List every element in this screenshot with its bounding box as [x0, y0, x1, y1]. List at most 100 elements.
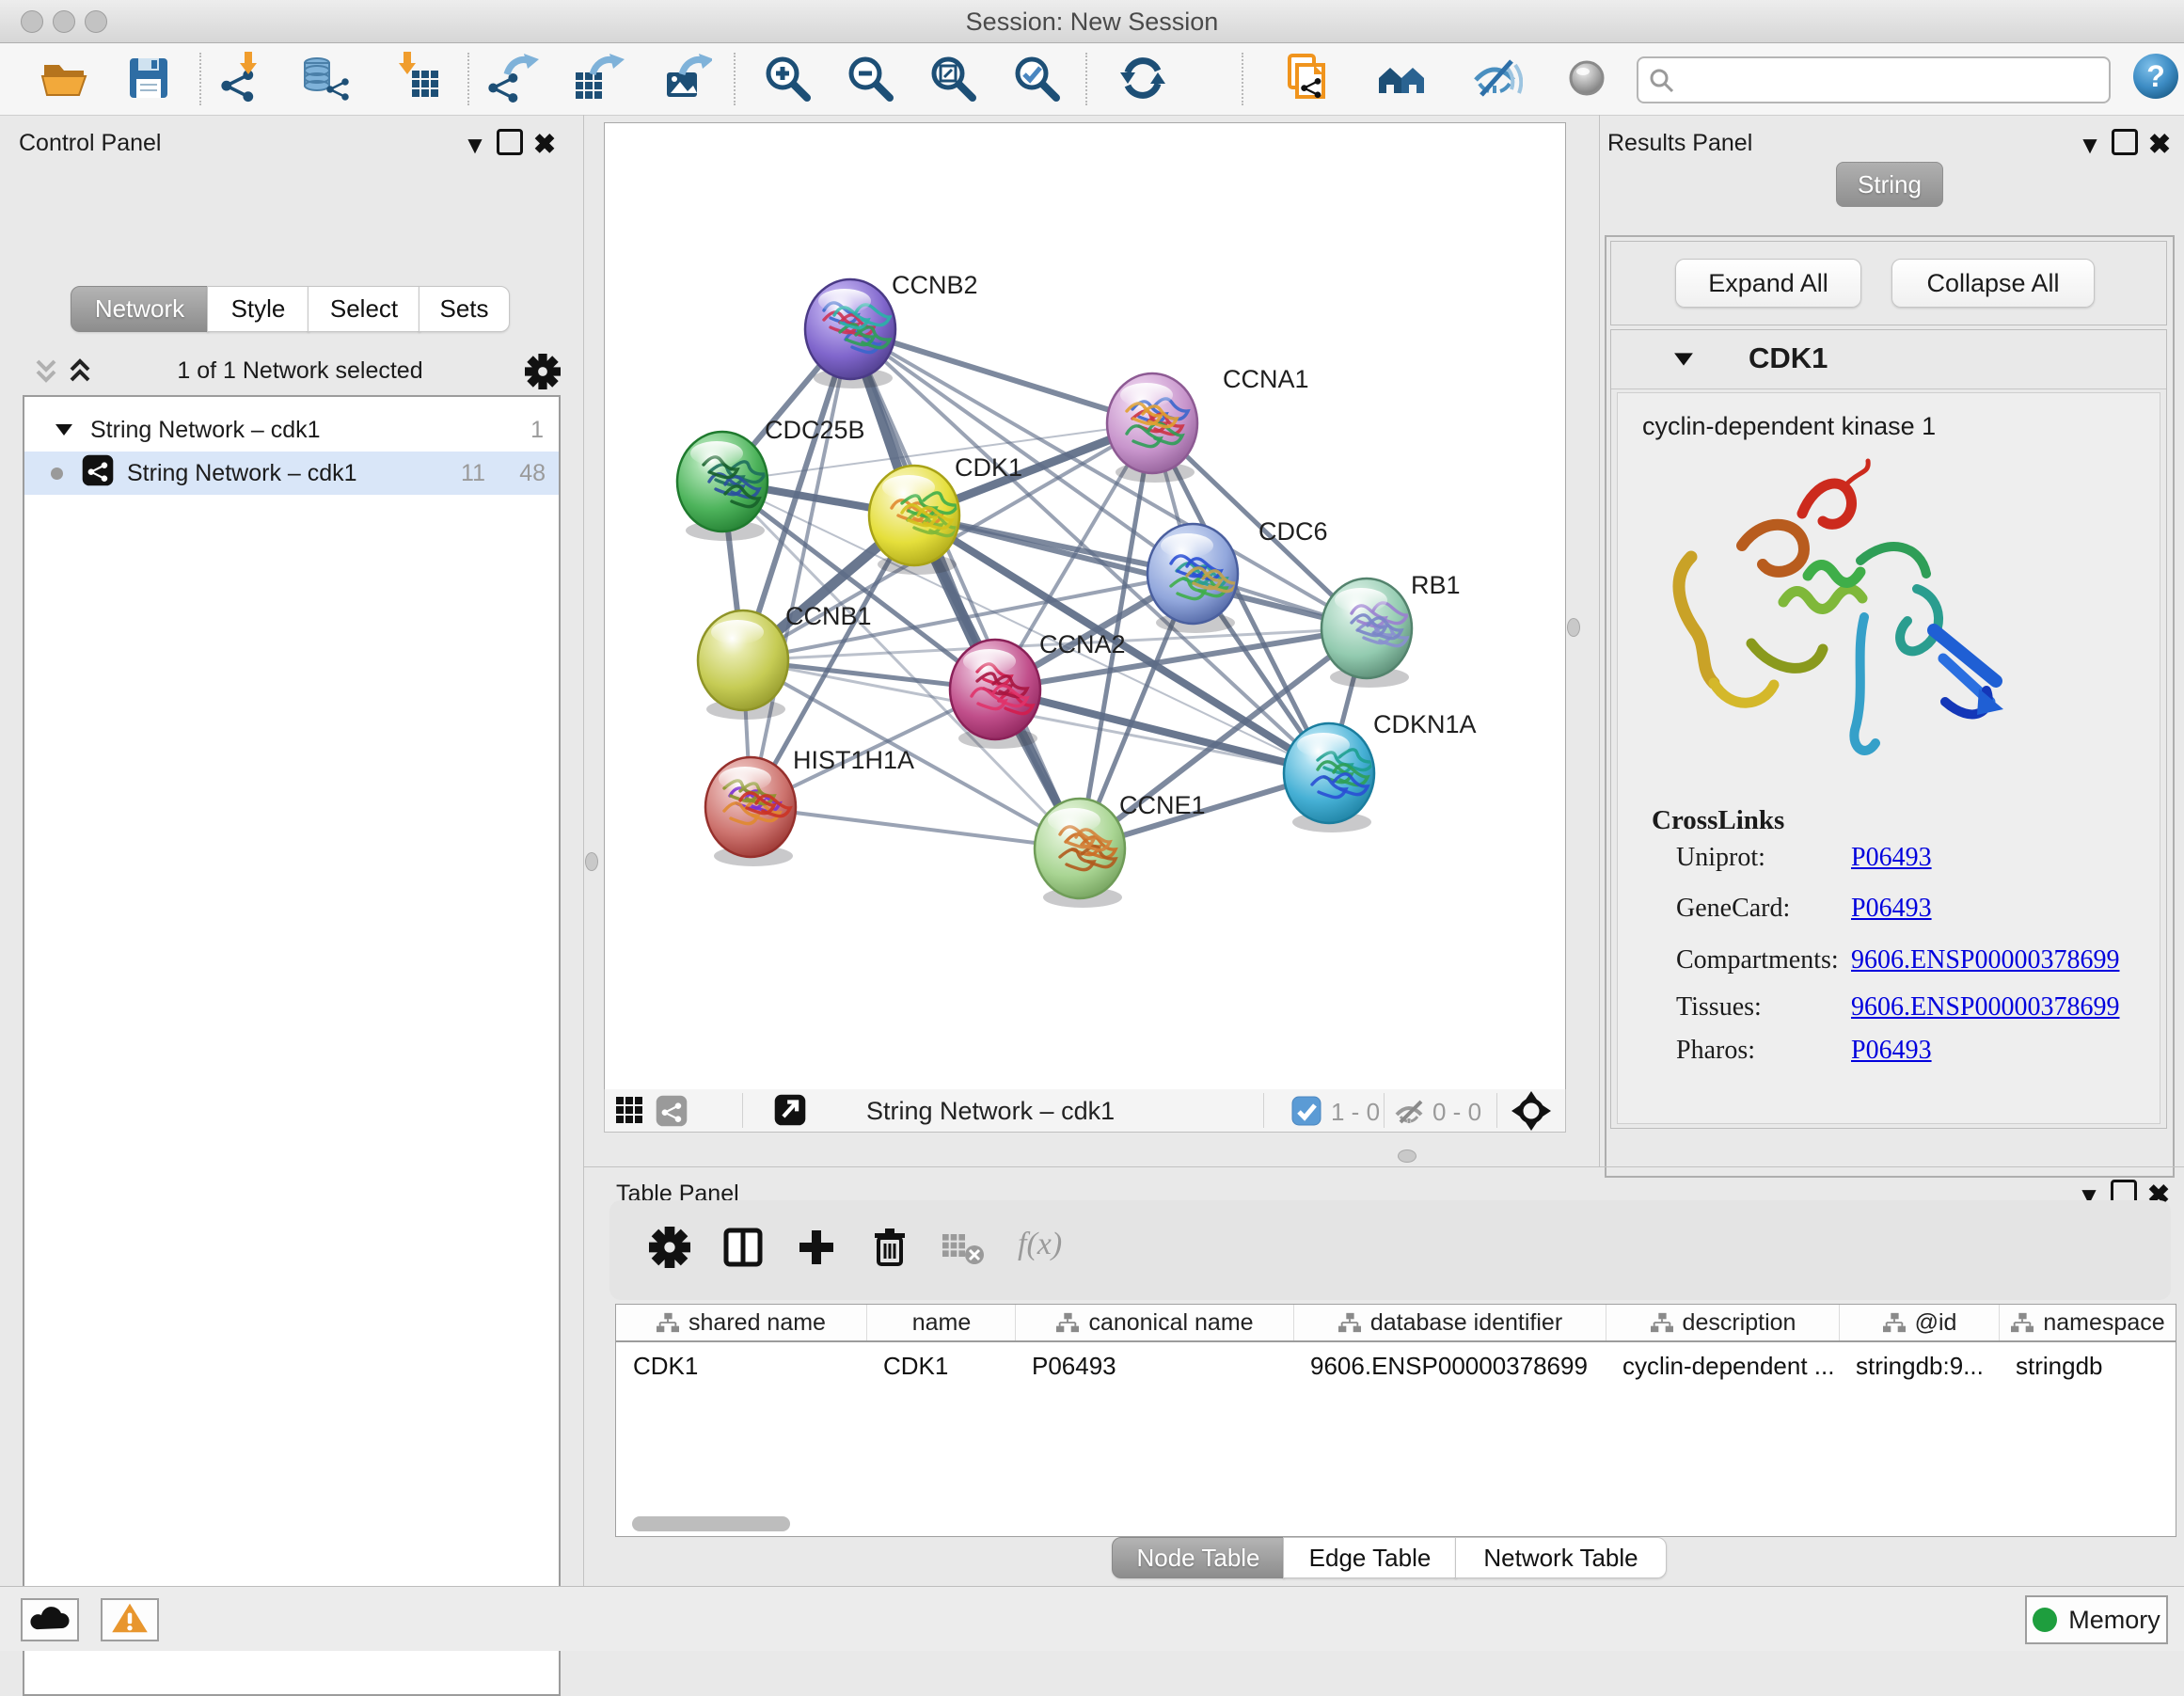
- tab-style[interactable]: Style: [207, 286, 309, 332]
- node-CCNB1[interactable]: CCNB1: [698, 602, 872, 720]
- string-homes-button[interactable]: [1376, 52, 1431, 106]
- export-image-button[interactable]: [659, 52, 714, 106]
- results-panel-close-icon[interactable]: ✖: [2144, 128, 2176, 161]
- crosslink-value-link[interactable]: 9606.ENSP00000378699: [1851, 945, 2119, 975]
- network-collection-row[interactable]: String Network – cdk1 1: [24, 408, 559, 452]
- collapse-all-button[interactable]: Collapse All: [1891, 259, 2095, 308]
- import-table-button[interactable]: [391, 52, 446, 106]
- node-CCNE1[interactable]: CCNE1: [1035, 791, 1206, 908]
- table-cell[interactable]: CDK1: [883, 1352, 1009, 1389]
- table-cell[interactable]: P06493: [1032, 1352, 1288, 1389]
- tab-sets[interactable]: Sets: [419, 286, 510, 332]
- table-cell[interactable]: stringdb:9...: [1856, 1352, 1993, 1389]
- memory-button[interactable]: Memory: [2025, 1595, 2168, 1644]
- apply-layout-button[interactable]: [1116, 52, 1171, 106]
- left-splitter-handle[interactable]: [585, 852, 598, 871]
- string-import-button[interactable]: [1280, 52, 1335, 106]
- bottom-splitter-handle[interactable]: [1398, 1149, 1416, 1163]
- chevron-double-down-icon[interactable]: [34, 357, 58, 390]
- add-column-icon[interactable]: [796, 1227, 837, 1273]
- help-button[interactable]: ?: [2131, 52, 2184, 106]
- zoom-selected-button[interactable]: [1010, 52, 1065, 106]
- zoom-fit-button[interactable]: [926, 52, 981, 106]
- control-panel-close-icon[interactable]: ✖: [529, 128, 561, 161]
- table-cell[interactable]: stringdb: [2016, 1352, 2170, 1389]
- export-table-button[interactable]: [572, 52, 626, 106]
- results-panel-float-icon[interactable]: [2112, 129, 2138, 155]
- right-splitter-handle[interactable]: [1567, 618, 1580, 637]
- tab-node-table[interactable]: Node Table: [1112, 1537, 1285, 1578]
- tab-select[interactable]: Select: [308, 286, 420, 332]
- crosslink-value-link[interactable]: 9606.ENSP00000378699: [1851, 992, 2119, 1022]
- node-RB1[interactable]: RB1: [1321, 571, 1461, 688]
- show-graphics-button[interactable]: [1560, 52, 1615, 106]
- table-gear-icon[interactable]: [649, 1227, 690, 1273]
- gear-icon[interactable]: [525, 354, 561, 394]
- toolbar-separator: [467, 53, 469, 105]
- save-button[interactable]: [122, 52, 177, 106]
- detach-view-icon[interactable]: [774, 1094, 806, 1131]
- network-row-selected[interactable]: String Network – cdk1 11 48: [24, 452, 559, 495]
- column-header-shared-name[interactable]: shared name: [616, 1305, 866, 1340]
- delete-column-icon[interactable]: [869, 1227, 910, 1273]
- control-panel-float-icon[interactable]: [497, 129, 523, 155]
- node-CDC6[interactable]: CDC6: [1147, 517, 1328, 633]
- import-database-button[interactable]: [298, 52, 353, 106]
- table-cell[interactable]: CDK1: [633, 1352, 861, 1389]
- svg-text:?: ?: [2146, 59, 2165, 93]
- crosslinks-title: CrossLinks: [1652, 805, 1784, 836]
- warning-status-button[interactable]: [101, 1598, 159, 1641]
- hide-graphics-button[interactable]: [1470, 52, 1525, 106]
- share-view-icon[interactable]: [656, 1095, 688, 1132]
- table-cell[interactable]: cyclin-dependent ...: [1622, 1352, 1833, 1389]
- node-CDKN1A[interactable]: CDKN1A: [1284, 710, 1477, 832]
- tab-edge-table[interactable]: Edge Table: [1283, 1537, 1457, 1578]
- column-header-canonical-name[interactable]: canonical name: [1015, 1305, 1294, 1340]
- column-header-@id[interactable]: @id: [1839, 1305, 2000, 1340]
- column-header-name[interactable]: name: [866, 1305, 1016, 1340]
- columns-icon[interactable]: [722, 1227, 764, 1273]
- edge-HIST1H1A-CCNE1[interactable]: [751, 807, 1080, 848]
- delete-table-icon[interactable]: [941, 1227, 986, 1273]
- column-header-namespace[interactable]: namespace: [1999, 1305, 2176, 1340]
- results-panel-collapse-icon[interactable]: ▼: [2074, 131, 2106, 160]
- expand-all-button[interactable]: Expand All: [1675, 259, 1861, 308]
- node-description: cyclin-dependent kinase 1: [1642, 412, 1936, 441]
- cloud-status-button[interactable]: [21, 1598, 79, 1641]
- tab-network-table[interactable]: Network Table: [1455, 1537, 1667, 1578]
- node-section-header[interactable]: CDK1: [1611, 330, 2166, 389]
- node-CDK1[interactable]: CDK1: [869, 453, 1022, 575]
- selected-checkbox-icon[interactable]: [1291, 1096, 1321, 1131]
- node-CCNA1[interactable]: CCNA1: [1107, 365, 1309, 483]
- tab-network[interactable]: Network: [71, 286, 209, 332]
- search-field[interactable]: [1637, 56, 2111, 103]
- tab-string[interactable]: String: [1836, 162, 1943, 207]
- open-folder-button[interactable]: [39, 52, 93, 106]
- import-network-button[interactable]: [215, 52, 270, 106]
- hidden-eye-slash-icon[interactable]: [1393, 1096, 1427, 1131]
- search-input[interactable]: [1684, 62, 2101, 96]
- zoom-out-button[interactable]: [844, 52, 898, 106]
- column-header-description[interactable]: description: [1606, 1305, 1840, 1340]
- network-selected-status: 1 of 1 Network selected: [145, 357, 455, 385]
- selected-counts: 1 - 0: [1331, 1098, 1380, 1127]
- crosslink-value-link[interactable]: P06493: [1851, 894, 1932, 924]
- control-panel-collapse-icon[interactable]: ▼: [459, 131, 491, 160]
- node-CCNB2[interactable]: CCNB2: [805, 271, 978, 388]
- node-CDC25B[interactable]: CDC25B: [677, 416, 865, 541]
- function-builder-icon[interactable]: f(x): [1018, 1227, 1062, 1262]
- string-network-badge-icon: [82, 454, 114, 493]
- birds-eye-crosshair-icon[interactable]: [1511, 1091, 1551, 1135]
- crosslink-value-link[interactable]: P06493: [1851, 1036, 1932, 1066]
- crosslink-value-link[interactable]: P06493: [1851, 843, 1932, 873]
- export-network-button[interactable]: [486, 52, 541, 106]
- chevron-double-up-icon[interactable]: [68, 357, 92, 390]
- table-horizontal-scrollbar[interactable]: [632, 1516, 790, 1531]
- edge-CCNB2-CCNA1[interactable]: [850, 329, 1152, 423]
- toolbar-separator: [1242, 53, 1243, 105]
- grid-view-icon[interactable]: [614, 1095, 646, 1132]
- zoom-in-button[interactable]: [761, 52, 815, 106]
- node-HIST1H1A[interactable]: HIST1H1A: [705, 746, 914, 866]
- table-cell[interactable]: 9606.ENSP00000378699: [1310, 1352, 1600, 1389]
- column-header-database-identifier[interactable]: database identifier: [1293, 1305, 1606, 1340]
